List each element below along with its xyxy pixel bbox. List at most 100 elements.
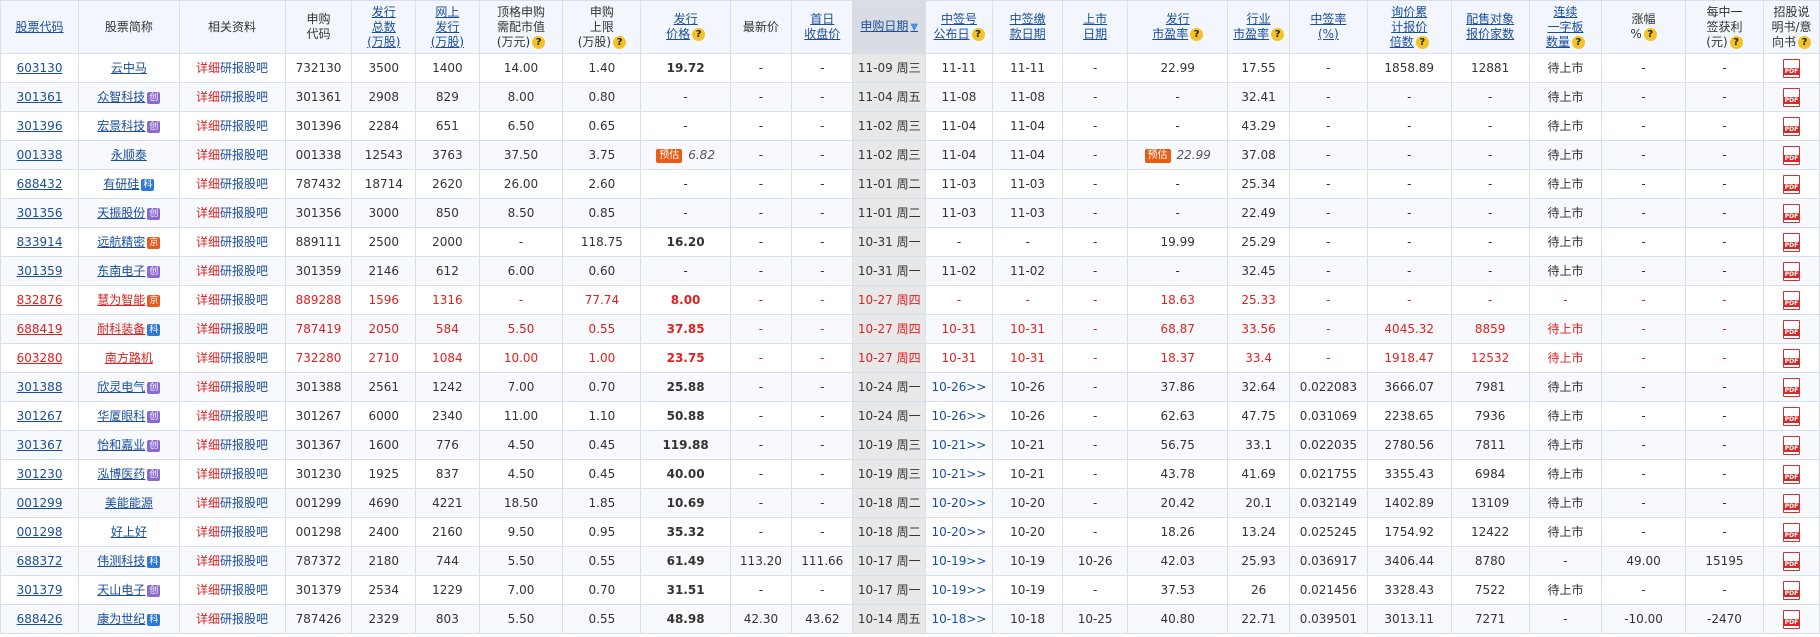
pdf-icon[interactable]: PDF — [1783, 349, 1800, 368]
sort-down-icon[interactable]: ▼ — [910, 22, 918, 33]
research-link[interactable]: 研报 — [220, 264, 244, 278]
stock-code-link[interactable]: 688432 — [17, 177, 63, 191]
column-header-ind_pe[interactable]: 行业 市盈率? — [1227, 0, 1290, 54]
stock-code-link[interactable]: 301267 — [17, 409, 63, 423]
research-link[interactable]: 研报 — [220, 322, 244, 336]
pdf-icon[interactable]: PDF — [1783, 494, 1800, 513]
stock-name-link[interactable]: 华厦眼科 — [97, 409, 145, 423]
stock-code-link[interactable]: 832876 — [17, 293, 63, 307]
pdf-icon[interactable]: PDF — [1783, 146, 1800, 165]
detail-link[interactable]: 详细 — [196, 119, 220, 133]
help-icon[interactable]: ? — [971, 28, 985, 41]
column-header-code[interactable]: 股票代码 — [0, 0, 80, 54]
pdf-icon[interactable]: PDF — [1783, 436, 1800, 455]
stock-name-link[interactable]: 欣灵电气 — [97, 380, 145, 394]
stock-code-link[interactable]: 301361 — [17, 90, 63, 104]
stock-code-link[interactable]: 001299 — [17, 496, 63, 510]
stock-code-link[interactable]: 301396 — [17, 119, 63, 133]
detail-link[interactable]: 详细 — [196, 206, 220, 220]
stock-code-link[interactable]: 603130 — [17, 61, 63, 75]
column-header-first[interactable]: 首日 收盘价 — [791, 0, 854, 54]
pdf-icon[interactable]: PDF — [1783, 88, 1800, 107]
stock-code-link[interactable]: 301379 — [17, 583, 63, 597]
stock-name-link[interactable]: 永顺泰 — [111, 148, 147, 162]
pdf-icon[interactable]: PDF — [1783, 233, 1800, 252]
research-link[interactable]: 研报 — [220, 467, 244, 481]
detail-link[interactable]: 详细 — [196, 467, 220, 481]
announce-date[interactable]: 10-21>> — [932, 467, 987, 481]
stock-name-link[interactable]: 伟测科技 — [97, 554, 145, 568]
forum-link[interactable]: 股吧 — [244, 90, 268, 104]
detail-link[interactable]: 详细 — [196, 612, 220, 626]
detail-link[interactable]: 详细 — [196, 554, 220, 568]
research-link[interactable]: 研报 — [220, 583, 244, 597]
forum-link[interactable]: 股吧 — [244, 206, 268, 220]
column-header-total[interactable]: 发行 总数 (万股) — [351, 0, 417, 54]
research-link[interactable]: 研报 — [220, 525, 244, 539]
stock-name-link[interactable]: 泓博医药 — [97, 467, 145, 481]
detail-link[interactable]: 详细 — [196, 583, 220, 597]
detail-link[interactable]: 详细 — [196, 438, 220, 452]
pdf-icon[interactable]: PDF — [1783, 204, 1800, 223]
stock-name-link[interactable]: 美能能源 — [105, 496, 153, 510]
research-link[interactable]: 研报 — [220, 177, 244, 191]
forum-link[interactable]: 股吧 — [244, 612, 268, 626]
pdf-icon[interactable]: PDF — [1783, 581, 1800, 600]
detail-link[interactable]: 详细 — [196, 148, 220, 162]
stock-code-link[interactable]: 301356 — [17, 206, 63, 220]
stock-code-link[interactable]: 001298 — [17, 525, 63, 539]
pdf-icon[interactable]: PDF — [1783, 378, 1800, 397]
announce-date[interactable]: 10-18>> — [932, 612, 987, 626]
stock-name-link[interactable]: 耐科装备 — [97, 322, 145, 336]
forum-link[interactable]: 股吧 — [244, 525, 268, 539]
announce-date[interactable]: 10-20>> — [932, 525, 987, 539]
stock-code-link[interactable]: 833914 — [17, 235, 63, 249]
pdf-icon[interactable]: PDF — [1783, 465, 1800, 484]
announce-date[interactable]: 10-26>> — [932, 380, 987, 394]
stock-name-link[interactable]: 好上好 — [111, 525, 147, 539]
stock-code-link[interactable]: 603280 — [17, 351, 63, 365]
research-link[interactable]: 研报 — [220, 409, 244, 423]
research-link[interactable]: 研报 — [220, 119, 244, 133]
detail-link[interactable]: 详细 — [196, 235, 220, 249]
column-header-mult[interactable]: 询价累 计报价 倍数? — [1366, 0, 1452, 54]
pdf-icon[interactable]: PDF — [1783, 552, 1800, 571]
stock-name-link[interactable]: 慧为智能 — [97, 293, 145, 307]
help-icon[interactable]: ? — [1415, 35, 1429, 49]
forum-link[interactable]: 股吧 — [244, 409, 268, 423]
forum-link[interactable]: 股吧 — [244, 119, 268, 133]
detail-link[interactable]: 详细 — [196, 264, 220, 278]
stock-code-link[interactable]: 301230 — [17, 467, 63, 481]
stock-name-link[interactable]: 宏景科技 — [97, 119, 145, 133]
pdf-icon[interactable]: PDF — [1783, 610, 1800, 629]
stock-name-link[interactable]: 远航精密 — [97, 235, 145, 249]
research-link[interactable]: 研报 — [220, 235, 244, 249]
research-link[interactable]: 研报 — [220, 206, 244, 220]
stock-name-link[interactable]: 天振股份 — [97, 206, 145, 220]
forum-link[interactable]: 股吧 — [244, 438, 268, 452]
stock-name-link[interactable]: 南方路机 — [105, 351, 153, 365]
detail-link[interactable]: 详细 — [196, 177, 220, 191]
stock-name-link[interactable]: 怡和嘉业 — [97, 438, 145, 452]
forum-link[interactable]: 股吧 — [244, 322, 268, 336]
help-icon[interactable]: ? — [532, 35, 546, 49]
forum-link[interactable]: 股吧 — [244, 293, 268, 307]
pdf-icon[interactable]: PDF — [1783, 117, 1800, 136]
column-header-pay[interactable]: 中签缴 款日期 — [991, 0, 1064, 54]
help-icon[interactable]: ? — [1643, 28, 1657, 41]
forum-link[interactable]: 股吧 — [244, 264, 268, 278]
announce-date[interactable]: 10-20>> — [932, 496, 987, 510]
column-header-online[interactable]: 网上 发行 (万股) — [415, 0, 480, 54]
column-header-pe[interactable]: 发行 市盈率? — [1126, 0, 1229, 54]
pdf-icon[interactable]: PDF — [1783, 407, 1800, 426]
pdf-icon[interactable]: PDF — [1783, 320, 1800, 339]
help-icon[interactable]: ? — [613, 35, 627, 49]
stock-name-link[interactable]: 有研硅 — [103, 177, 139, 191]
announce-date[interactable]: 10-19>> — [932, 583, 987, 597]
forum-link[interactable]: 股吧 — [244, 148, 268, 162]
stock-name-link[interactable]: 康为世纪 — [97, 612, 145, 626]
announce-date[interactable]: 10-19>> — [932, 554, 987, 568]
column-header-ann[interactable]: 中签号 公布日? — [925, 0, 993, 54]
forum-link[interactable]: 股吧 — [244, 496, 268, 510]
help-icon[interactable]: ? — [1190, 28, 1204, 41]
